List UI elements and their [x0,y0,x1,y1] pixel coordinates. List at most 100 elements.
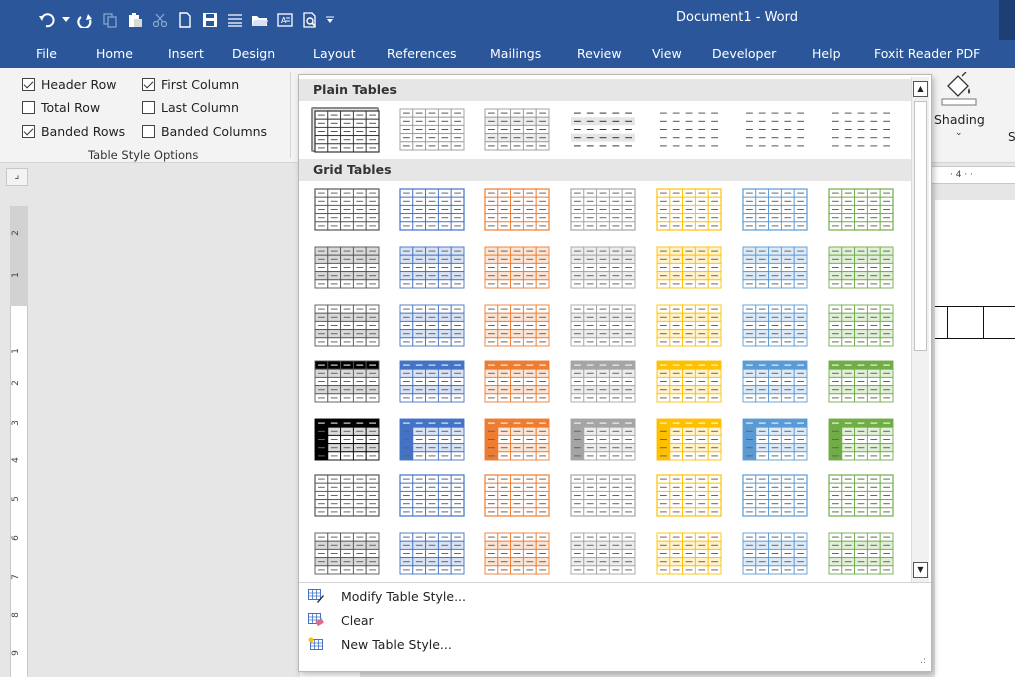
resize-grip[interactable]: .: [920,656,926,666]
clear-item[interactable]: Clear [307,609,374,631]
tab-layout[interactable]: Layout [313,46,356,61]
table-style-thumbnail[interactable] [483,359,551,404]
table-style-thumbnail[interactable] [569,245,637,290]
table-style-thumbnail[interactable] [569,359,637,404]
table-style-thumbnail[interactable] [827,473,895,518]
table-style-thumbnail[interactable] [569,417,637,462]
tab-help[interactable]: Help [812,46,841,61]
print-preview-icon[interactable] [299,9,321,31]
horizontal-ruler[interactable]: · 4 · · [930,166,1015,184]
table-style-thumbnail[interactable] [398,359,466,404]
table-style-thumbnail[interactable] [398,303,466,348]
table-style-thumbnail[interactable] [741,417,809,462]
table-style-thumbnail[interactable] [827,303,895,348]
align-icon[interactable] [224,9,246,31]
table-style-thumbnail[interactable] [741,107,809,152]
table-style-thumbnail[interactable] [827,531,895,576]
table-style-thumbnail[interactable] [313,417,381,462]
table-style-thumbnail[interactable] [569,531,637,576]
table-style-thumbnail[interactable] [569,107,637,152]
banded-columns-checkbox[interactable] [142,125,155,138]
first-column-checkbox[interactable] [142,78,155,91]
scroll-down-icon[interactable]: ▼ [913,562,928,578]
total-row-option[interactable]: Total Row [22,100,100,115]
table-style-thumbnail[interactable] [827,107,895,152]
cut-icon[interactable] [149,9,171,31]
new-document-icon[interactable] [174,9,196,31]
table-style-thumbnail[interactable] [827,245,895,290]
first-column-option[interactable]: First Column [142,77,239,92]
total-row-checkbox[interactable] [22,101,35,114]
table-style-thumbnail[interactable] [483,187,551,232]
undo-icon[interactable] [36,9,58,31]
table-style-thumbnail[interactable] [827,417,895,462]
tab-foxit-reader-pdf[interactable]: Foxit Reader PDF [874,46,980,61]
table-style-thumbnail[interactable] [398,107,466,152]
tab-home[interactable]: Home [96,46,133,61]
table-style-thumbnail[interactable] [483,107,551,152]
table-style-thumbnail[interactable] [483,473,551,518]
tab-insert[interactable]: Insert [168,46,204,61]
modify-table-style-item[interactable]: Modify Table Style... [307,585,466,607]
table-style-thumbnail[interactable] [827,187,895,232]
table-style-thumbnail[interactable] [741,531,809,576]
table-style-thumbnail[interactable] [483,531,551,576]
header-row-option[interactable]: Header Row [22,77,116,92]
table-style-thumbnail[interactable] [313,187,381,232]
table-style-thumbnail[interactable] [655,245,723,290]
shading-dropdown-icon[interactable]: ⌄ [955,128,963,138]
table-style-thumbnail[interactable] [655,359,723,404]
tab-view[interactable]: View [652,46,682,61]
table-style-thumbnail[interactable] [483,303,551,348]
table-style-thumbnail[interactable] [655,107,723,152]
customize-icon[interactable] [324,9,336,31]
banded-rows-option[interactable]: Banded Rows [22,124,125,139]
table-style-thumbnail[interactable] [569,187,637,232]
new-table-style-item[interactable]: New Table Style... [307,633,452,655]
tab-references[interactable]: References [387,46,456,61]
scroll-thumb[interactable] [914,101,927,351]
table-style-thumbnail[interactable] [655,187,723,232]
table-style-thumbnail[interactable] [398,245,466,290]
table-style-thumbnail[interactable] [483,245,551,290]
header-row-checkbox[interactable] [22,78,35,91]
table-style-thumbnail[interactable] [313,473,381,518]
open-icon[interactable] [249,9,271,31]
table-style-thumbnail[interactable] [398,187,466,232]
table-style-thumbnail[interactable] [313,531,381,576]
table-style-thumbnail[interactable] [741,245,809,290]
tab-developer[interactable]: Developer [712,46,776,61]
table-style-thumbnail[interactable] [569,473,637,518]
undo-dropdown-icon[interactable] [61,9,71,31]
table-style-thumbnail[interactable] [655,531,723,576]
table-style-thumbnail[interactable] [313,359,381,404]
gallery-scrollbar[interactable]: ▲ ▼ [911,77,929,582]
text-box-icon[interactable]: A [274,9,296,31]
table-style-thumbnail[interactable] [398,531,466,576]
table-style-thumbnail[interactable] [741,187,809,232]
table-style-thumbnail[interactable] [569,303,637,348]
redo-icon[interactable] [74,9,96,31]
table-style-thumbnail[interactable] [655,473,723,518]
table-style-thumbnail[interactable] [313,303,381,348]
table-style-thumbnail[interactable] [398,473,466,518]
table-style-thumbnail[interactable] [655,303,723,348]
table-style-thumbnail[interactable] [311,107,380,153]
banded-columns-option[interactable]: Banded Columns [142,124,267,139]
last-column-option[interactable]: Last Column [142,100,239,115]
table-style-thumbnail[interactable] [741,473,809,518]
table-style-thumbnail[interactable] [483,417,551,462]
save-icon[interactable] [199,9,221,31]
last-column-checkbox[interactable] [142,101,155,114]
table-style-thumbnail[interactable] [741,359,809,404]
copy-icon[interactable] [99,9,121,31]
tab-design[interactable]: Design [232,46,275,61]
table-style-thumbnail[interactable] [827,359,895,404]
tab-selector[interactable]: ⌟ [6,168,28,186]
table-style-thumbnail[interactable] [655,417,723,462]
tab-mailings[interactable]: Mailings [490,46,541,61]
scroll-up-icon[interactable]: ▲ [913,81,928,97]
paste-icon[interactable] [124,9,146,31]
banded-rows-checkbox[interactable] [22,125,35,138]
table-style-thumbnail[interactable] [741,303,809,348]
